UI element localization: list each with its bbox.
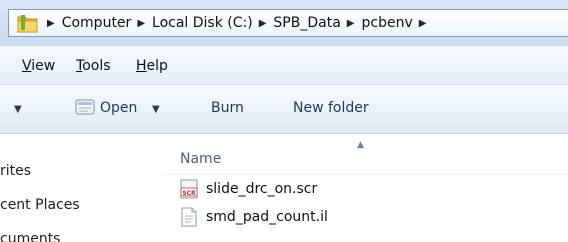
file-row[interactable]: SCR slide_drc_on.scr (180, 178, 317, 200)
command-bar: ▼ Open ▼ Burn New folder (0, 85, 568, 134)
script-file-icon-label: SCR (182, 190, 196, 197)
column-header-name[interactable]: Name (180, 151, 221, 167)
folder-icon (15, 10, 41, 36)
file-name[interactable]: smd_pad_count.il (206, 209, 328, 225)
menu-bar: View Tools Help (0, 46, 568, 85)
breadcrumb-local-disk[interactable]: Local Disk (C:) (152, 15, 253, 31)
menu-help-accesskey: H (136, 58, 147, 74)
open-button[interactable]: Open (100, 100, 137, 116)
menu-view-accesskey: V (22, 58, 32, 74)
file-row[interactable]: smd_pad_count.il (180, 206, 328, 228)
text-file-icon (180, 207, 198, 227)
menu-tools[interactable]: Tools (76, 58, 111, 74)
address-bar: ▶ Computer ▶ Local Disk (C:) ▶ SPB_Data … (0, 0, 568, 46)
sort-ascending-icon: ▲ (357, 140, 364, 150)
breadcrumb-pcbenv[interactable]: pcbenv (361, 15, 412, 31)
breadcrumb-spb-data[interactable]: SPB_Data (273, 15, 340, 31)
file-name[interactable]: slide_drc_on.scr (206, 181, 317, 197)
burn-button[interactable]: Burn (211, 100, 244, 116)
organize-dropdown-arrow-icon[interactable]: ▼ (14, 104, 22, 115)
file-list: ▲ Name SCR slide_drc_on.scr smd_pad_coun… (162, 134, 568, 242)
header-divider (162, 174, 568, 175)
menu-help-label: elp (146, 58, 168, 74)
menu-view[interactable]: View (22, 58, 55, 74)
breadcrumb-arrow-icon[interactable]: ▶ (347, 18, 355, 29)
new-folder-button[interactable]: New folder (293, 100, 369, 116)
breadcrumb-computer[interactable]: Computer (62, 15, 132, 31)
navigation-pane: rites cent Places cuments (0, 134, 162, 242)
breadcrumb-arrow-icon[interactable]: ▶ (47, 18, 55, 29)
open-icon (75, 98, 95, 116)
nav-item-recent-places[interactable]: cent Places (0, 197, 80, 213)
menu-tools-label: ools (82, 58, 111, 74)
open-dropdown-arrow-icon[interactable]: ▼ (152, 104, 160, 115)
script-file-icon: SCR (180, 179, 198, 199)
menu-help[interactable]: Help (136, 58, 168, 74)
nav-item-documents[interactable]: cuments (0, 231, 60, 242)
nav-item-favorites[interactable]: rites (0, 163, 31, 179)
address-breadcrumb[interactable]: ▶ Computer ▶ Local Disk (C:) ▶ SPB_Data … (8, 9, 568, 37)
menu-view-label: iew (31, 58, 56, 74)
breadcrumb-arrow-icon[interactable]: ▶ (137, 18, 145, 29)
breadcrumb-arrow-icon[interactable]: ▶ (419, 18, 427, 29)
breadcrumb-arrow-icon[interactable]: ▶ (259, 18, 267, 29)
